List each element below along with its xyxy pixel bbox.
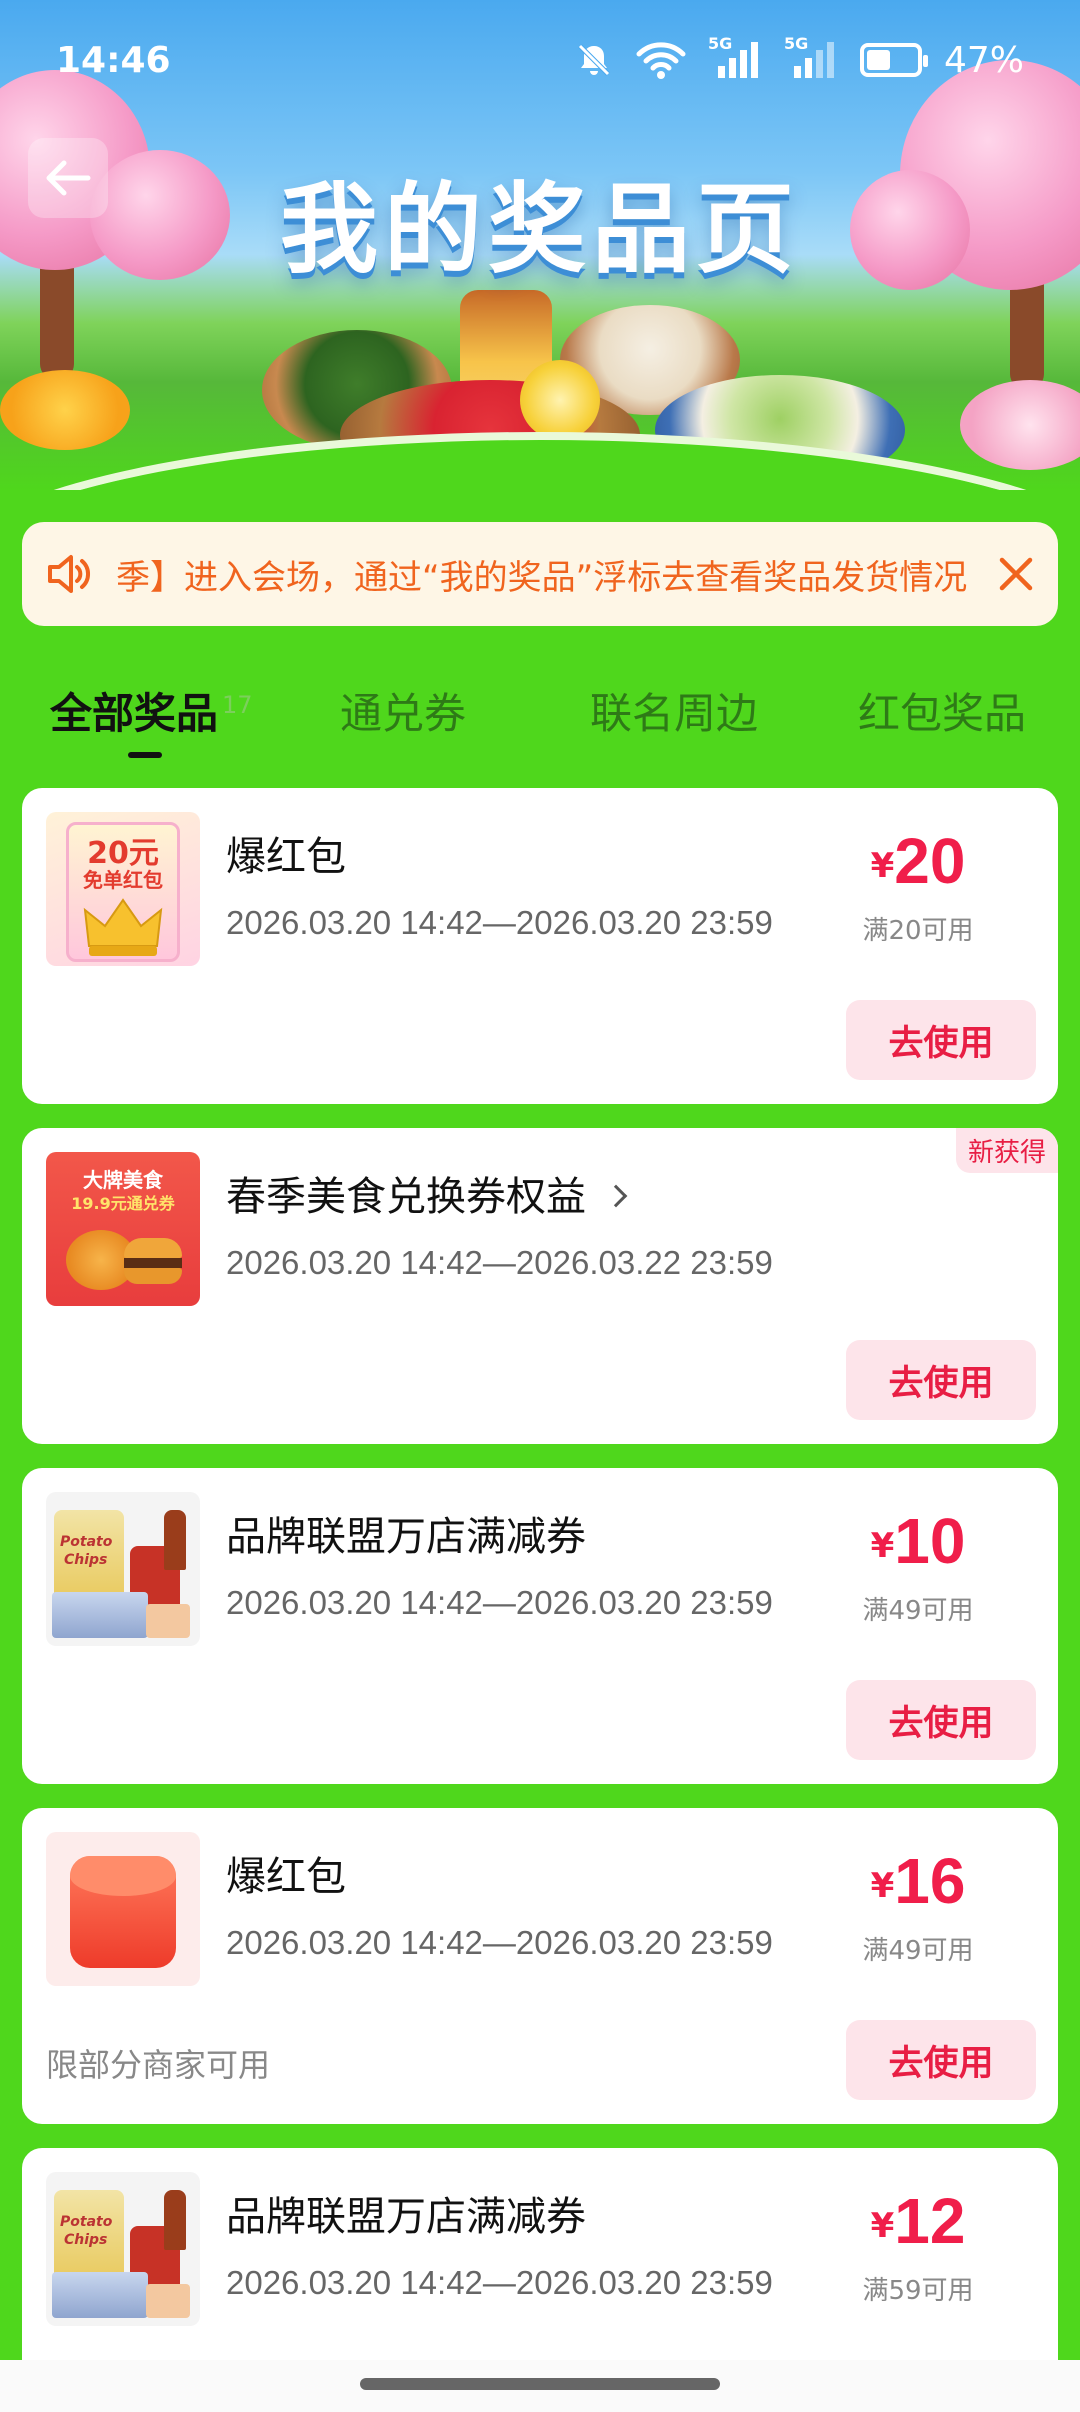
signal-icon-2: 5G xyxy=(784,34,838,80)
bottle-image xyxy=(164,2190,186,2250)
page-title: 我的奖品页 xyxy=(279,173,800,287)
notice-text: 季】进入会场，通过“我的奖品”浮标去查看奖品发货情况 xyxy=(116,557,968,598)
prize-amount: ¥10 xyxy=(838,1504,998,1578)
prize-card[interactable]: 20元 免单红包 爆红包 2026.03.20 14:42—2026.03.20… xyxy=(22,788,1058,1104)
tab-all-prizes[interactable]: 全部奖品 17 xyxy=(50,680,253,758)
amount-value: 10 xyxy=(894,1505,966,1577)
new-badge: 新获得 xyxy=(955,1128,1058,1173)
thumb-text-brand: Potato xyxy=(60,1534,113,1550)
prize-thumbnail: 大牌美食 19.9元通兑券 xyxy=(46,1152,200,1306)
prize-thumbnail xyxy=(46,1832,200,1986)
burger-image xyxy=(124,1238,182,1258)
bottle-image xyxy=(164,1510,186,1570)
prize-validity: 2026.03.20 14:42—2026.03.20 23:59 xyxy=(226,2264,773,2301)
prize-name: 品牌联盟万店满减券 xyxy=(226,1514,586,1560)
wifi-icon xyxy=(636,42,686,79)
status-icons: 5G 5G 47% xyxy=(574,34,1024,81)
speaker-icon xyxy=(48,555,90,593)
tab-label: 全部奖品 xyxy=(50,688,219,738)
snack-box-image xyxy=(146,2284,190,2318)
amount-value: 20 xyxy=(894,825,966,897)
prize-validity: 2026.03.20 14:42—2026.03.20 23:59 xyxy=(226,1924,773,1961)
tab-coupons[interactable]: 通兑券 xyxy=(340,680,466,741)
tissue-box-image xyxy=(52,2272,148,2318)
prize-condition: 满20可用 xyxy=(862,916,974,946)
prize-amount: ¥16 xyxy=(838,1844,998,1918)
prize-validity: 2026.03.20 14:42—2026.03.20 23:59 xyxy=(226,1584,773,1621)
food-lemon xyxy=(520,360,600,440)
thumb-text-label: 免单红包 xyxy=(83,868,163,892)
battery-icon xyxy=(859,43,928,77)
prize-condition: 满49可用 xyxy=(862,1936,974,1966)
signal-icon-1: 5G xyxy=(708,34,762,80)
amount-value: 16 xyxy=(894,1845,966,1917)
use-button[interactable]: 去使用 xyxy=(846,1680,1036,1760)
amount-value: 12 xyxy=(894,2185,966,2257)
flower-right xyxy=(960,380,1080,470)
currency-symbol: ¥ xyxy=(870,1866,895,1906)
use-button[interactable]: 去使用 xyxy=(846,1340,1036,1420)
home-indicator[interactable] xyxy=(360,2378,720,2390)
prize-validity: 2026.03.20 14:42—2026.03.22 23:59 xyxy=(226,1244,773,1281)
prize-name[interactable]: 春季美食兑换券权益 xyxy=(226,1164,628,1222)
prize-condition: 满59可用 xyxy=(862,2276,974,2306)
banner-curve xyxy=(0,440,1080,490)
crown-icon xyxy=(83,898,163,956)
thumb-text-label: 19.9元通兑券 xyxy=(71,1194,175,1213)
prize-card[interactable]: 爆红包 2026.03.20 14:42—2026.03.20 23:59 ¥1… xyxy=(22,1808,1058,2124)
currency-symbol: ¥ xyxy=(870,846,895,886)
prize-name: 爆红包 xyxy=(226,834,346,880)
prize-thumbnail: 20元 免单红包 xyxy=(46,812,200,966)
flower-left xyxy=(0,370,130,450)
close-icon[interactable] xyxy=(996,554,1036,594)
thumb-text-brand: Potato xyxy=(60,2214,113,2230)
use-button[interactable]: 去使用 xyxy=(846,1000,1036,1080)
network-type-1: 5G xyxy=(707,34,733,53)
prize-amount: ¥20 xyxy=(838,824,998,898)
thumb-text-product: Chips xyxy=(64,1552,108,1568)
network-type-2: 5G xyxy=(783,34,809,53)
thumb-text-product: Chips xyxy=(64,2232,108,2248)
tab-co-branded[interactable]: 联名周边 xyxy=(590,680,758,741)
currency-symbol: ¥ xyxy=(870,1526,895,1566)
prize-name-text: 春季美食兑换券权益 xyxy=(226,1174,586,1220)
prize-tabs: 全部奖品 17 通兑券 联名周边 红包奖品 xyxy=(0,660,1080,760)
prize-card[interactable]: 新获得 大牌美食 19.9元通兑券 春季美食兑换券权益 2026.03.20 1… xyxy=(22,1128,1058,1444)
tissue-box-image xyxy=(52,1592,148,1638)
currency-symbol: ¥ xyxy=(870,2206,895,2246)
prize-card[interactable]: Potato Chips 品牌联盟万店满减券 2026.03.20 14:42—… xyxy=(22,1468,1058,1784)
prize-condition: 满49可用 xyxy=(862,1596,974,1626)
snack-box-image xyxy=(146,1604,190,1638)
notice-bar: 季】进入会场，通过“我的奖品”浮标去查看奖品发货情况 xyxy=(22,522,1058,626)
thumb-text-title: 大牌美食 xyxy=(83,1168,163,1192)
back-button[interactable] xyxy=(28,138,108,218)
status-time: 14:46 xyxy=(56,39,171,81)
battery-fill xyxy=(866,50,890,70)
use-button[interactable]: 去使用 xyxy=(846,2020,1036,2100)
tab-red-packets[interactable]: 红包奖品 xyxy=(858,680,1026,741)
back-arrow-icon xyxy=(46,160,91,196)
tab-count: 17 xyxy=(222,690,253,719)
status-bar: 14:46 5G 5G 47% xyxy=(0,0,1080,120)
prize-amount: ¥12 xyxy=(838,2184,998,2258)
prize-thumbnail: Potato Chips xyxy=(46,1492,200,1646)
prize-validity: 2026.03.20 14:42—2026.03.20 23:59 xyxy=(226,904,773,941)
chevron-right-icon xyxy=(604,1184,628,1208)
battery-percent: 47% xyxy=(943,39,1024,81)
prize-name: 品牌联盟万店满减券 xyxy=(226,2194,586,2240)
prize-name: 爆红包 xyxy=(226,1854,346,1900)
prize-thumbnail: Potato Chips xyxy=(46,2172,200,2326)
mute-icon xyxy=(578,44,610,76)
merchant-restriction-note: 限部分商家可用 xyxy=(46,2046,271,2084)
tab-active-underline xyxy=(128,751,162,758)
